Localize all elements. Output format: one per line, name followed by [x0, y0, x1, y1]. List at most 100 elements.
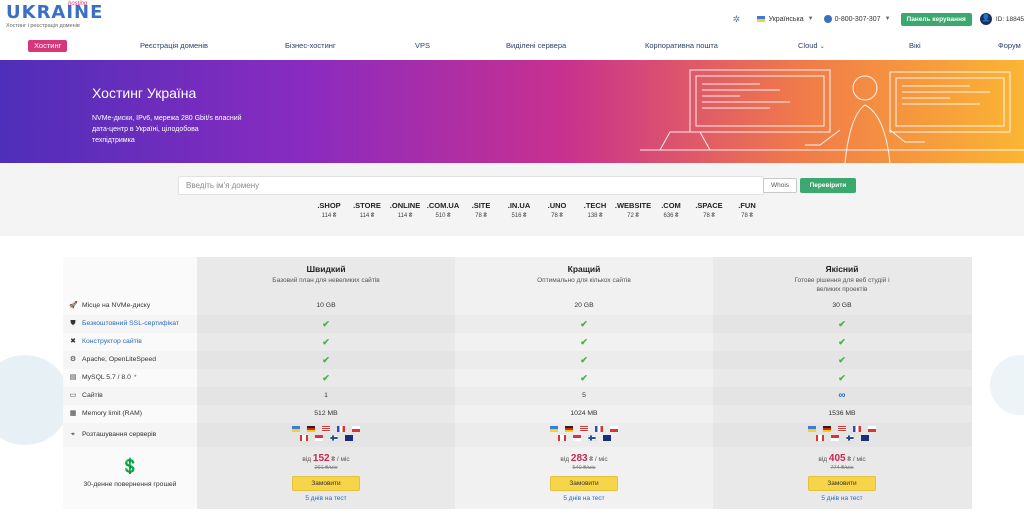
table-row: ✖ Конструктор сайтів ✔ ✔ ✔: [63, 333, 972, 351]
domain-search-section: Введіть ім'я домену Whois Перевірити .SH…: [0, 163, 1024, 236]
plan-name: Кращий: [567, 264, 601, 274]
check-icon: ✔: [580, 337, 588, 347]
ukraine-flag-icon: [550, 426, 558, 432]
plan-pricing: від 152 ₴ / міс 291 ₴/міс Замовити 5 дні…: [197, 447, 455, 509]
ukraine-flag-icon: [292, 426, 300, 432]
domain-zone[interactable]: .SITE 78 ₴: [462, 201, 500, 219]
hero-illustration: [640, 69, 1024, 163]
domain-zone-list: .SHOP 114 ₴ .STORE 114 ₴ .ONLINE 114 ₴ .COM…: [310, 201, 766, 219]
domain-zone[interactable]: .COM 636 ₴: [652, 201, 690, 219]
user-avatar-icon[interactable]: 👤: [979, 13, 992, 25]
zone-name: .FUN: [738, 201, 756, 210]
trial-link[interactable]: 5 днів на тест: [713, 495, 971, 502]
domain-search-input[interactable]: Введіть ім'я домену: [178, 176, 764, 195]
domain-zone[interactable]: .STORE 114 ₴: [348, 201, 386, 219]
nav-item-vps[interactable]: VPS: [415, 38, 430, 54]
domain-zone[interactable]: .COM.UA 510 ₴: [424, 201, 462, 219]
check-icon: ✔: [838, 319, 846, 329]
nav-item-wiki[interactable]: Вікі: [909, 38, 921, 54]
plan-header: Швидкий Базовий план для невеликих сайті…: [197, 264, 455, 285]
zone-price: 78 ₴: [703, 213, 715, 219]
domain-zone[interactable]: .SHOP 114 ₴: [310, 201, 348, 219]
zone-name: .COM: [661, 201, 681, 210]
phone-icon: [823, 15, 832, 23]
zone-price: 114 ₴: [397, 213, 413, 219]
mysql-footnote-mark: *: [133, 374, 137, 381]
hero-title: Хостинг Україна: [92, 85, 197, 101]
order-button[interactable]: Замовити: [292, 476, 360, 491]
feature-label: ⌖ Розташування серверів: [69, 423, 156, 447]
domain-zone[interactable]: .ONLINE 114 ₴: [386, 201, 424, 219]
plans-table: Швидкий Базовий план для невеликих сайті…: [63, 257, 972, 509]
site-logo[interactable]: UKRAINE hosting Хостинг і реєстрація дом…: [6, 1, 103, 29]
money-back-label: 30-денне повернення грошей: [83, 481, 177, 488]
check-icon: ✔: [580, 319, 588, 329]
nav-item-business-hosting[interactable]: Бізнес-хостинг: [285, 38, 336, 54]
poland-flag-icon: [868, 426, 876, 432]
plan-disk-value: 30 GB: [832, 302, 852, 309]
zone-price: 78 ₴: [741, 213, 753, 219]
nav-item-domains[interactable]: Реєстрація доменів: [140, 38, 208, 54]
lightbulb-icon[interactable]: ✲: [733, 14, 743, 24]
canada-flag-icon: [299, 435, 308, 441]
whois-button[interactable]: Whois: [763, 178, 797, 193]
background-decoration: [0, 355, 70, 445]
plan-old-price: 540 ₴/міс: [572, 465, 596, 471]
logo-tagline: Хостинг і реєстрація доменів: [6, 23, 80, 29]
check-icon: ✔: [322, 373, 330, 383]
domain-zone[interactable]: .TECH 138 ₴: [576, 201, 614, 219]
domain-zone[interactable]: .SPACE 78 ₴: [690, 201, 728, 219]
phone-number[interactable]: 0-800-307-307: [835, 16, 881, 23]
singapore-flag-icon: [572, 435, 581, 441]
order-button[interactable]: Замовити: [550, 476, 618, 491]
map-pin-icon: ⌖: [71, 431, 75, 438]
order-button[interactable]: Замовити: [808, 476, 876, 491]
check-domain-button[interactable]: Перевірити: [800, 178, 856, 193]
money-hand-icon: 💲: [120, 458, 140, 475]
nav-item-forum[interactable]: Форум: [998, 38, 1021, 54]
nav-item-cloud[interactable]: Cloud ⌄: [798, 38, 825, 55]
plan-name: Якісний: [825, 264, 859, 274]
australia-flag-icon: [860, 435, 869, 441]
plan-pricing: від 405 ₴ / міс 774 ₴/міс Замовити 5 дні…: [713, 447, 971, 509]
germany-flag-icon: [565, 426, 573, 432]
zone-name: .TECH: [583, 201, 607, 210]
usa-flag-icon: [838, 426, 846, 432]
domain-zone[interactable]: .UNO 78 ₴: [538, 201, 576, 219]
finland-flag-icon: [329, 435, 338, 441]
price-line: від 405 ₴ / міс: [818, 453, 866, 464]
trial-link[interactable]: 5 днів на тест: [455, 495, 713, 502]
plan-description: Базовий план для невеликих сайтів: [272, 277, 380, 284]
nav-item-corporate-mail[interactable]: Корпоративна пошта: [645, 38, 718, 54]
plan-old-price: 291 ₴/міс: [314, 465, 338, 471]
nav-item-hosting[interactable]: Хостинг: [28, 40, 68, 52]
user-id[interactable]: ID: 18845: [996, 16, 1024, 23]
trial-link[interactable]: 5 днів на тест: [197, 495, 455, 502]
check-icon: ✔: [838, 337, 846, 347]
domain-zone[interactable]: .FUN 78 ₴: [728, 201, 766, 219]
chevron-down-icon[interactable]: ▼: [808, 16, 814, 22]
language-selector[interactable]: Українська: [769, 16, 804, 23]
zone-price: 78 ₴: [475, 213, 487, 219]
shield-icon: ⛊: [70, 320, 76, 327]
plan-header: Кращий Оптимально для кількох сайтів: [455, 264, 713, 285]
logo-hosting-label: hosting: [68, 1, 88, 7]
finland-flag-icon: [587, 435, 596, 441]
plan-memory-value: 512 MB: [314, 410, 338, 417]
database-icon: ▤: [69, 374, 77, 381]
finland-flag-icon: [845, 435, 854, 441]
zone-price: 78 ₴: [551, 213, 563, 219]
browser-window-icon: ▭: [69, 392, 77, 399]
usa-flag-icon: [322, 426, 330, 432]
nav-item-dedicated[interactable]: Виділені сервера: [506, 38, 566, 54]
feature-label-link[interactable]: ⛊ Безкоштовний SSL-сертифікат: [69, 315, 179, 333]
plan-header: Якісний Готове рішення для веб студій і …: [713, 264, 971, 294]
domain-zone[interactable]: .IN.UA 516 ₴: [500, 201, 538, 219]
feature-label-link[interactable]: ✖ Конструктор сайтів: [69, 333, 142, 351]
zone-price: 72 ₴: [627, 213, 639, 219]
control-panel-button[interactable]: Панель керування: [900, 12, 972, 26]
domain-zone[interactable]: .WEBSITE 72 ₴: [614, 201, 652, 219]
zone-price: 138 ₴: [587, 213, 603, 219]
chevron-down-icon[interactable]: ▼: [885, 16, 891, 22]
feature-label: ▭ Сайтів: [69, 392, 103, 399]
